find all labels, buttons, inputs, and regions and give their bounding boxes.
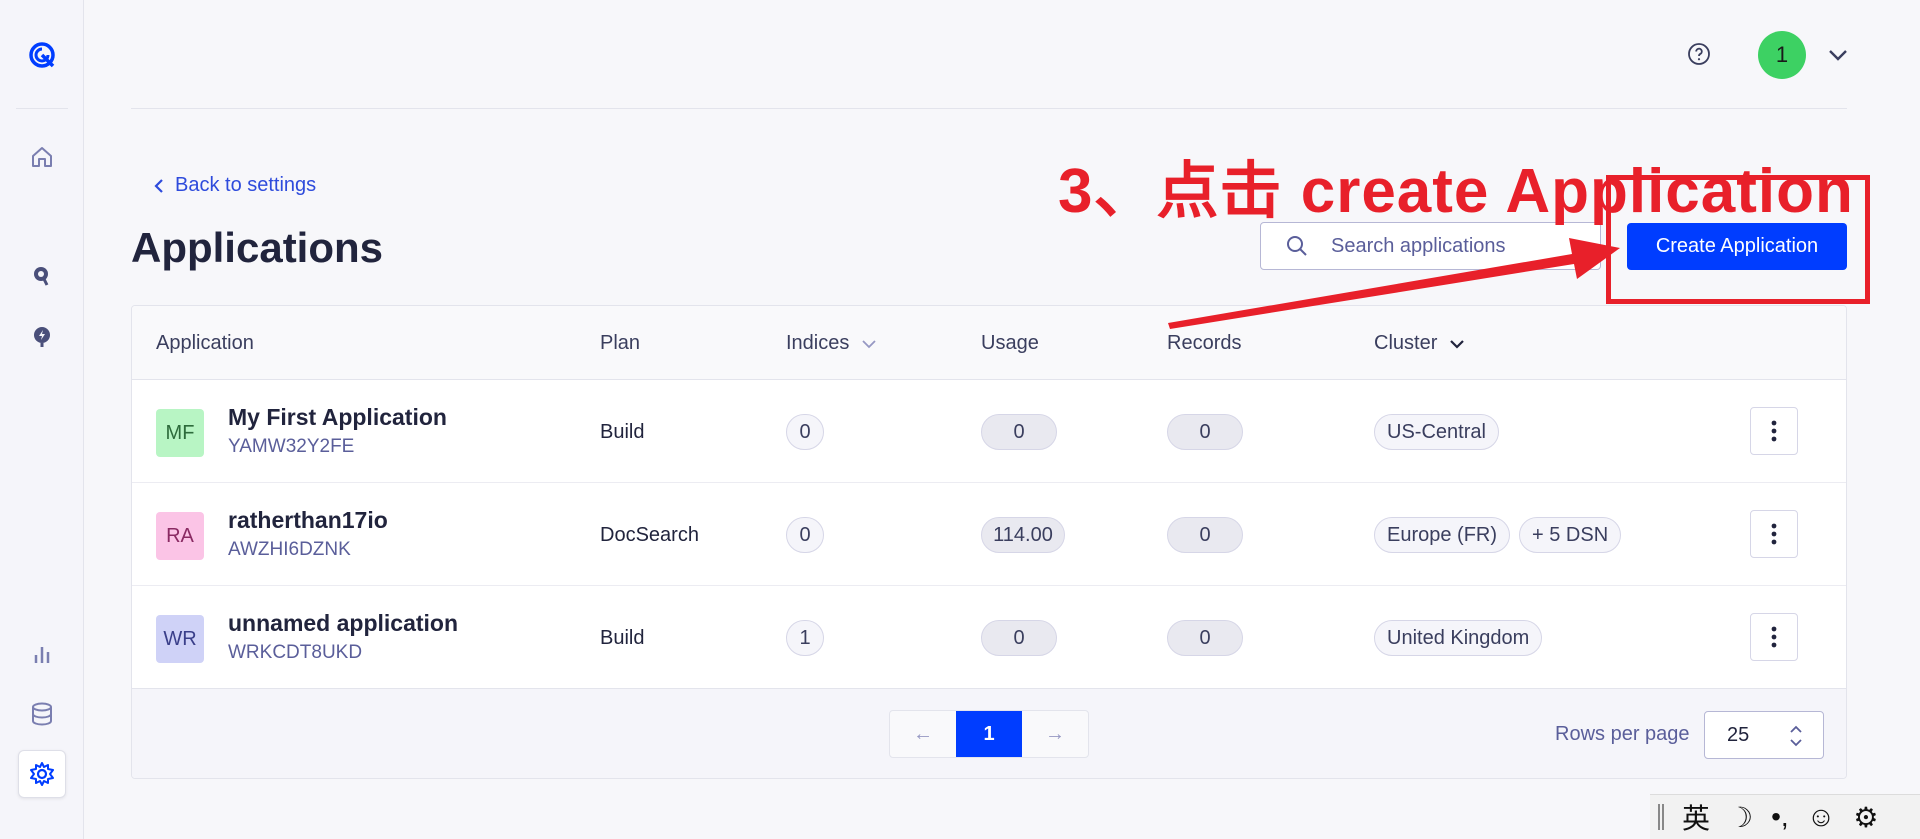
- analytics-icon[interactable]: [18, 630, 66, 678]
- cluster-badge: US-Central: [1374, 414, 1499, 450]
- search-product-icon[interactable]: [18, 252, 66, 300]
- algolia-logo-icon[interactable]: [18, 31, 66, 79]
- ime-language-toggle[interactable]: 英: [1682, 797, 1710, 837]
- app-id: YAMW32Y2FE: [228, 436, 355, 457]
- search-input[interactable]: [1331, 234, 1591, 258]
- help-icon[interactable]: [1687, 42, 1711, 66]
- search-icon: [1287, 236, 1307, 256]
- rows-per-page-value: 25: [1727, 723, 1750, 746]
- more-vertical-icon: [1771, 523, 1777, 545]
- pagination: ← 1 →: [889, 710, 1089, 758]
- app-name[interactable]: My First Application: [228, 404, 447, 431]
- back-link-label: Back to settings: [175, 174, 317, 196]
- table-row[interactable]: RA ratherthan17io AWZHI6DZNK DocSearch 0…: [132, 483, 1846, 586]
- column-header-cluster[interactable]: Cluster: [1374, 332, 1465, 355]
- indices-count: 0: [786, 517, 824, 553]
- more-vertical-icon: [1771, 626, 1777, 648]
- column-header-plan: Plan: [600, 332, 641, 354]
- cluster-badge: United Kingdom: [1374, 620, 1543, 656]
- usage-value: 0: [981, 414, 1057, 450]
- select-stepper-icon: [1790, 725, 1802, 747]
- row-actions-button[interactable]: [1750, 407, 1798, 455]
- emoji-icon[interactable]: ☺: [1807, 801, 1836, 833]
- settings-icon[interactable]: [18, 750, 66, 798]
- app-avatar: MF: [156, 409, 204, 457]
- rows-per-page-select[interactable]: 25: [1704, 711, 1824, 759]
- gear-icon[interactable]: ⚙: [1853, 801, 1878, 834]
- cluster-extra-badge[interactable]: + 5 DSN: [1519, 517, 1622, 553]
- more-vertical-icon: [1771, 420, 1777, 442]
- database-icon[interactable]: [18, 690, 66, 738]
- column-header-records: Records: [1167, 332, 1242, 354]
- prev-page-button[interactable]: ←: [890, 711, 956, 757]
- indices-count: 0: [786, 414, 824, 450]
- home-icon[interactable]: [18, 133, 66, 181]
- page-title: Applications: [131, 224, 384, 271]
- column-header-usage: Usage: [981, 332, 1039, 354]
- chevron-down-icon: [1450, 339, 1465, 349]
- row-actions-button[interactable]: [1750, 510, 1798, 558]
- applications-table: Application Plan Indices Usage Records C…: [131, 305, 1847, 779]
- table-row[interactable]: MF My First Application YAMW32Y2FE Build…: [132, 380, 1846, 483]
- chevron-left-icon: [154, 178, 163, 193]
- records-count: 0: [1167, 517, 1243, 553]
- ime-toolbar: 英 ☽ •, ☺ ⚙: [1650, 794, 1920, 839]
- plan-value: DocSearch: [600, 524, 699, 546]
- rows-per-page-label: Rows per page: [1555, 723, 1690, 745]
- user-avatar[interactable]: 1: [1758, 31, 1806, 79]
- plan-value: Build: [600, 627, 645, 649]
- app-avatar: WR: [156, 615, 204, 663]
- column-header-indices[interactable]: Indices: [786, 332, 877, 355]
- app-avatar: RA: [156, 512, 204, 560]
- top-bar: 1: [131, 0, 1847, 109]
- app-id: AWZHI6DZNK: [228, 539, 351, 560]
- indices-count: 1: [786, 620, 824, 656]
- page-button-current[interactable]: 1: [956, 711, 1022, 757]
- app-id: WRKCDT8UKD: [228, 642, 363, 663]
- cluster-badge: Europe (FR): [1374, 517, 1511, 553]
- table-row[interactable]: WR unnamed application WRKCDT8UKD Build …: [132, 586, 1846, 689]
- punctuation-icon[interactable]: •,: [1771, 801, 1789, 833]
- table-footer: ← 1 → Rows per page 25: [132, 688, 1846, 778]
- sort-chevron-icon: [862, 339, 877, 348]
- moon-icon[interactable]: ☽: [1728, 801, 1753, 834]
- usage-value: 114.00: [981, 517, 1065, 553]
- sidebar-divider: [16, 108, 68, 109]
- records-count: 0: [1167, 620, 1243, 656]
- row-actions-button[interactable]: [1750, 613, 1798, 661]
- app-name[interactable]: ratherthan17io: [228, 507, 388, 534]
- table-header: Application Plan Indices Usage Records C…: [132, 306, 1846, 380]
- sidebar: [0, 0, 84, 839]
- plan-value: Build: [600, 421, 645, 443]
- back-to-settings-link[interactable]: Back to settings: [153, 174, 316, 197]
- next-page-button[interactable]: →: [1022, 711, 1088, 757]
- recommend-icon[interactable]: [18, 313, 66, 361]
- app-name[interactable]: unnamed application: [228, 610, 458, 637]
- ime-drag-handle[interactable]: [1658, 804, 1664, 830]
- chevron-down-icon[interactable]: [1825, 42, 1851, 68]
- annotation-highlight-box: [1606, 175, 1870, 304]
- records-count: 0: [1167, 414, 1243, 450]
- usage-value: 0: [981, 620, 1057, 656]
- column-header-application: Application: [156, 332, 254, 354]
